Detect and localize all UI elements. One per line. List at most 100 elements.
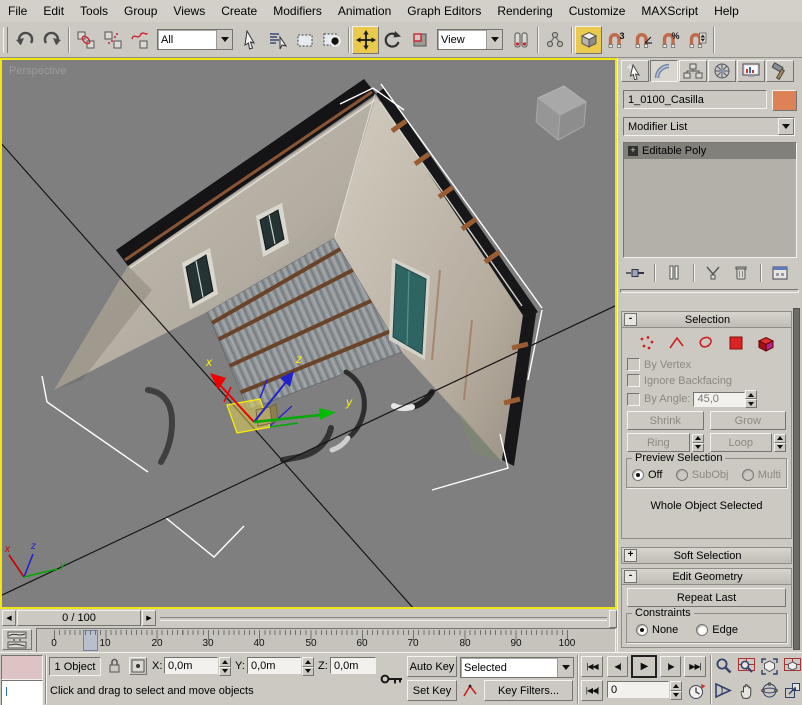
angle-value-field[interactable]: 45,0 xyxy=(693,392,745,407)
ghost-cube[interactable] xyxy=(536,86,586,140)
tab-utilities[interactable] xyxy=(766,60,794,82)
frame-spinner[interactable] xyxy=(670,681,682,700)
menu-item-customize[interactable]: Customize xyxy=(561,0,634,22)
select-and-move-button[interactable] xyxy=(352,26,379,54)
by-vertex-checkbox[interactable] xyxy=(627,358,640,371)
panel-scrollbar[interactable] xyxy=(793,308,800,650)
building-model[interactable] xyxy=(54,79,538,466)
remove-modifier-button[interactable] xyxy=(729,263,753,283)
polygon-subobject-icon[interactable] xyxy=(726,334,746,352)
soft-selection-header[interactable]: + Soft Selection xyxy=(622,548,791,563)
constraint-none-radio[interactable]: None xyxy=(636,624,678,636)
edit-geometry-header[interactable]: - Edit Geometry xyxy=(622,569,791,585)
time-configuration-button[interactable] xyxy=(686,680,707,701)
stack-expand-icon[interactable]: + xyxy=(628,146,638,156)
show-end-result-button[interactable] xyxy=(662,263,686,283)
preview-off-radio[interactable]: Off xyxy=(632,469,662,481)
viewport-label[interactable]: Perspective xyxy=(9,65,66,77)
tab-motion[interactable] xyxy=(708,60,736,82)
stack-item-editable-poly[interactable]: + Editable Poly xyxy=(624,143,796,159)
expand-icon[interactable]: + xyxy=(624,549,637,562)
modifier-list-dropdown[interactable]: Modifier List xyxy=(623,117,795,136)
tab-hierarchy[interactable] xyxy=(679,60,707,82)
by-angle-row[interactable]: By Angle: 45,0 xyxy=(627,390,786,408)
angle-spinner[interactable] xyxy=(745,390,757,408)
pan-button[interactable] xyxy=(736,680,757,701)
play-animation-button[interactable]: ▶ xyxy=(631,655,657,678)
menu-item-modifiers[interactable]: Modifiers xyxy=(265,0,330,22)
pin-stack-button[interactable] xyxy=(623,263,647,283)
menu-item-help[interactable]: Help xyxy=(706,0,747,22)
dropdown-arrow-icon[interactable] xyxy=(216,30,232,49)
edge-subobject-icon[interactable] xyxy=(667,334,687,352)
angle-snap-button[interactable] xyxy=(629,26,656,54)
dropdown-arrow-icon[interactable] xyxy=(486,30,502,49)
tab-create[interactable] xyxy=(621,60,649,82)
go-to-start-button[interactable]: |◀◀ xyxy=(581,656,603,677)
snaps-toggle-button[interactable] xyxy=(575,26,602,54)
reference-coordinate-system-dropdown[interactable]: View xyxy=(437,29,503,50)
min-max-toggle-button[interactable] xyxy=(782,680,802,701)
unlink-selection-button[interactable] xyxy=(99,26,126,54)
modifier-stack[interactable]: + Editable Poly xyxy=(623,142,797,258)
previous-frame-button[interactable]: ◀| xyxy=(607,656,628,677)
time-slider-handle[interactable]: 0 / 100 xyxy=(17,610,141,626)
dropdown-arrow-icon[interactable] xyxy=(778,118,794,135)
track-bar-ruler[interactable]: 0 10 20 30 40 50 60 70 80 90 100 xyxy=(36,628,616,653)
time-slider-track[interactable] xyxy=(160,617,607,621)
select-and-link-button[interactable] xyxy=(72,26,99,54)
menu-item-edit[interactable]: Edit xyxy=(35,0,72,22)
key-mode-toggle-button[interactable]: |◀◀| xyxy=(581,680,603,701)
select-and-scale-button[interactable] xyxy=(406,26,433,54)
selection-rollout-header[interactable]: - Selection xyxy=(622,312,791,328)
selection-filter-dropdown[interactable]: All xyxy=(157,29,233,50)
ignore-backfacing-checkbox-row[interactable]: Ignore Backfacing xyxy=(627,374,786,387)
collapse-icon[interactable]: - xyxy=(624,570,637,583)
preview-multi-radio[interactable]: Multi xyxy=(742,469,781,481)
by-angle-checkbox[interactable] xyxy=(627,393,640,406)
time-slider-grip[interactable] xyxy=(609,610,617,628)
key-filters-button[interactable]: Key Filters... xyxy=(484,680,573,701)
loop-spinner[interactable] xyxy=(774,434,786,452)
maxscript-listener[interactable] xyxy=(1,680,43,705)
element-subobject-icon[interactable] xyxy=(756,334,776,352)
repeat-last-button[interactable]: Repeat Last xyxy=(627,588,786,607)
menu-item-create[interactable]: Create xyxy=(213,0,265,22)
perspective-viewport[interactable]: x z y x z y Perspective xyxy=(0,58,617,609)
time-slider-back-button[interactable]: ◀ xyxy=(2,610,16,626)
maxscript-macro-recorder[interactable] xyxy=(1,655,43,680)
zoom-all-button[interactable] xyxy=(736,656,757,677)
menu-item-views[interactable]: Views xyxy=(165,0,213,22)
menu-item-group[interactable]: Group xyxy=(116,0,165,22)
select-by-name-button[interactable] xyxy=(264,26,291,54)
current-frame-field[interactable]: 0 xyxy=(607,681,669,698)
go-to-end-button[interactable]: ▶▶| xyxy=(684,656,706,677)
select-and-rotate-button[interactable] xyxy=(379,26,406,54)
y-coord-field[interactable]: 0,0m xyxy=(247,657,301,674)
tab-display[interactable] xyxy=(737,60,765,82)
vertex-subobject-icon[interactable] xyxy=(637,334,657,352)
ring-spinner[interactable] xyxy=(692,434,704,452)
menu-item-rendering[interactable]: Rendering xyxy=(489,0,560,22)
viewport-canvas[interactable]: x z y x z y Perspective xyxy=(2,60,615,607)
object-color-swatch[interactable] xyxy=(772,90,797,111)
select-and-manipulate-button[interactable] xyxy=(541,26,568,54)
default-tangent-button[interactable] xyxy=(460,680,481,701)
snap-3d-button[interactable]: 3 xyxy=(602,26,629,54)
object-name-field[interactable]: 1_0100_Casilla xyxy=(623,90,767,109)
set-key-button[interactable]: Set Key xyxy=(407,680,457,701)
panel-splitter[interactable] xyxy=(620,289,799,293)
menu-item-file[interactable]: File xyxy=(0,0,35,22)
percent-snap-button[interactable]: % xyxy=(656,26,683,54)
crossing-selection-button[interactable] xyxy=(318,26,345,54)
x-coord-field[interactable]: 0,0m xyxy=(164,657,218,674)
zoom-extents-button[interactable] xyxy=(759,656,780,677)
menu-item-animation[interactable]: Animation xyxy=(330,0,399,22)
dropdown-arrow-icon[interactable] xyxy=(557,658,573,677)
toolbar-grip[interactable] xyxy=(3,27,8,53)
undo-button[interactable] xyxy=(11,26,38,54)
selection-lock-button[interactable] xyxy=(104,656,124,676)
bind-to-spacewarp-button[interactable] xyxy=(126,26,153,54)
shrink-button[interactable]: Shrink xyxy=(627,411,704,430)
absolute-offset-toggle-button[interactable] xyxy=(129,657,147,675)
